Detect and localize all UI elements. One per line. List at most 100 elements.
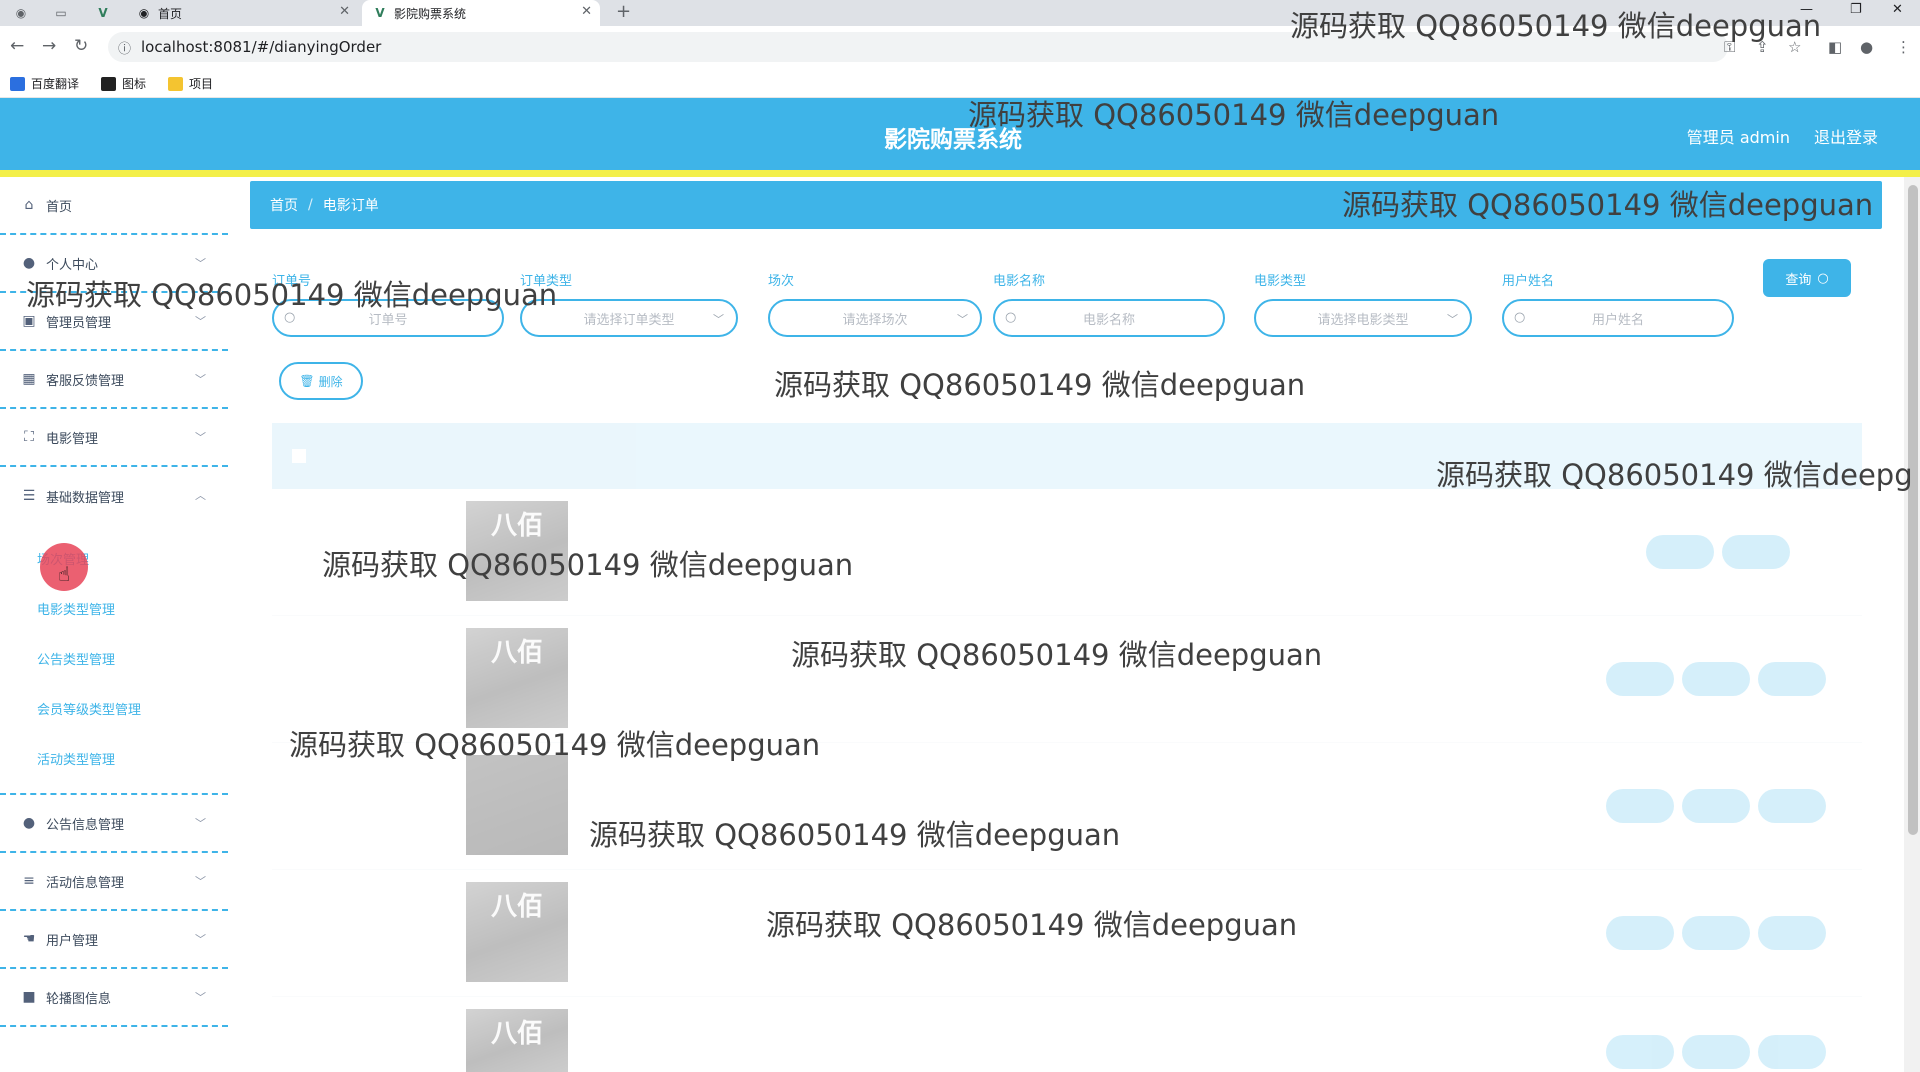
reload-icon[interactable]: ↻: [74, 36, 88, 56]
movie-name-input[interactable]: ○ 电影名称: [993, 299, 1225, 337]
restore-icon[interactable]: ❐: [1850, 2, 1862, 17]
row-action-button[interactable]: [1606, 662, 1674, 696]
movie-poster: 八佰: [466, 1009, 568, 1072]
sidebar-item-label: 客服反馈管理: [46, 373, 125, 389]
watermark: 源码获取 QQ86050149 微信deepguan: [791, 638, 1323, 672]
v-logo-icon[interactable]: V: [92, 4, 114, 22]
sidepanel-icon[interactable]: ◧: [1828, 38, 1842, 56]
sidebar-item-notices[interactable]: ● 公告信息管理 ﹀: [0, 795, 228, 853]
submenu-item-movie-types[interactable]: 电影类型管理: [0, 583, 228, 633]
sidebar-item-basedata[interactable]: ☰ 基础数据管理 ︿: [0, 467, 228, 525]
movie-poster: 八佰: [466, 628, 568, 728]
tab-home[interactable]: ◉ 首页 ✕: [126, 0, 358, 26]
row-action-button[interactable]: [1758, 916, 1826, 950]
chevron-down-icon: ﹀: [195, 315, 206, 328]
delete-button[interactable]: 🗑 删除: [279, 362, 363, 400]
bookmarks-bar: 百度翻译 图标 项目: [0, 70, 1920, 98]
submenu-item-activity-types[interactable]: 活动类型管理: [0, 733, 228, 783]
current-user: 管理员 admin: [1686, 128, 1790, 147]
bookmark-baidu-translate[interactable]: 百度翻译: [10, 75, 79, 92]
blank-tab-icon[interactable]: ▭: [50, 4, 72, 22]
row-action-button[interactable]: [1606, 1035, 1674, 1069]
placeholder: 用户姓名: [1591, 312, 1644, 328]
admin-icon: ▣: [22, 313, 36, 329]
sidebar-item-carousel[interactable]: ■ 轮播图信息 ﹀: [0, 969, 228, 1027]
sidebar-item-label: 首页: [46, 199, 73, 215]
back-icon[interactable]: ←: [10, 36, 24, 56]
chevron-down-icon: ﹀: [713, 313, 724, 326]
watermark: 源码获取 QQ86050149 微信deepguan: [774, 368, 1306, 402]
row-action-button[interactable]: [1682, 662, 1750, 696]
profile-icon[interactable]: ●: [1860, 38, 1873, 56]
sidebar-item-users[interactable]: ☚ 用户管理 ﹀: [0, 911, 228, 969]
sidebar-item-movies[interactable]: ⛶ 电影管理 ﹀: [0, 409, 228, 467]
placeholder: 电影名称: [1082, 312, 1135, 328]
bookmark-icons[interactable]: 图标: [101, 75, 146, 92]
chevron-down-icon: ﹀: [195, 875, 206, 888]
query-button[interactable]: 查询 ○: [1763, 259, 1851, 297]
image-icon: [101, 76, 117, 91]
info-icon: ⓘ: [118, 41, 132, 57]
row-action-button[interactable]: [1606, 916, 1674, 950]
row-action-button[interactable]: [1758, 789, 1826, 823]
window-close-icon[interactable]: ✕: [1892, 2, 1903, 17]
url-text: localhost:8081/#/dianyingOrder: [141, 38, 382, 56]
row-action-button[interactable]: [1682, 789, 1750, 823]
row-action-button[interactable]: [1682, 1035, 1750, 1069]
chevron-down-icon: ﹀: [957, 313, 968, 326]
watermark: 源码获取 QQ86050149 微信deepguan: [1342, 188, 1874, 222]
breadcrumb-current: 电影订单: [322, 198, 379, 214]
app-header: 影院购票系统 管理员 admin 退出登录: [0, 98, 1920, 170]
user-name-input[interactable]: ○ 用户姓名: [1502, 299, 1734, 337]
chevron-down-icon: ﹀: [195, 373, 206, 386]
row-action-button[interactable]: [1682, 916, 1750, 950]
bookmark-label: 百度翻译: [31, 77, 80, 91]
close-icon[interactable]: ✕: [581, 4, 592, 19]
watermark: 源码获取 QQ86050149 微信deepg: [1436, 458, 1913, 492]
chevron-down-icon: ﹀: [195, 933, 206, 946]
row-action-button[interactable]: [1722, 535, 1790, 569]
breadcrumb-home[interactable]: 首页: [270, 195, 298, 215]
filter-label-movie-type: 电影类型: [1254, 274, 1307, 289]
row-actions: [1642, 535, 1794, 573]
movie-type-select[interactable]: 请选择电影类型 ﹀: [1254, 299, 1472, 337]
button-label: 查询: [1785, 272, 1812, 288]
row-actions: [1602, 916, 1830, 954]
user-icon: ●: [22, 815, 36, 831]
hand-cursor-icon: ☝: [58, 562, 71, 586]
watermark: 源码获取 QQ86050149 微信deepguan: [1290, 9, 1822, 43]
scrollbar-thumb[interactable]: [1908, 185, 1918, 835]
submenu-item-member-levels[interactable]: 会员等级类型管理: [0, 683, 228, 733]
globe-icon: ◉: [138, 6, 150, 20]
logout-button[interactable]: 退出登录: [1814, 124, 1878, 148]
sidebar-item-feedback[interactable]: ▦ 客服反馈管理 ﹀: [0, 351, 228, 409]
bookmark-label: 项目: [189, 77, 214, 91]
close-icon[interactable]: ✕: [339, 4, 350, 19]
tab-cinema[interactable]: V 影院购票系统 ✕: [362, 0, 600, 26]
row-action-button[interactable]: [1758, 1035, 1826, 1069]
basedata-submenu: 场次管理 电影类型管理 公告类型管理 会员等级类型管理 活动类型管理: [0, 525, 228, 795]
sidebar-item-label: 活动信息管理: [46, 875, 125, 891]
row-action-button[interactable]: [1606, 789, 1674, 823]
page-scrollbar[interactable]: [1904, 177, 1920, 1072]
menu-icon[interactable]: ⋮: [1896, 38, 1911, 56]
row-action-button[interactable]: [1758, 662, 1826, 696]
bookmark-project[interactable]: 项目: [168, 75, 213, 92]
submenu-item-notice-types[interactable]: 公告类型管理: [0, 633, 228, 683]
sidebar-item-label: 个人中心: [46, 257, 99, 273]
grid-icon: ▦: [22, 371, 36, 387]
filter-label-user-name: 用户姓名: [1502, 274, 1555, 289]
select-all-checkbox[interactable]: [292, 449, 306, 463]
bookmark-label: 图标: [122, 77, 147, 91]
submenu-item-sessions[interactable]: 场次管理: [0, 533, 228, 583]
sidebar-item-activities[interactable]: ≡ 活动信息管理 ﹀: [0, 853, 228, 911]
row-action-button[interactable]: [1646, 535, 1714, 569]
search-icon: ○: [1817, 270, 1829, 286]
sidebar-item-home[interactable]: ⌂ 首页: [0, 177, 228, 235]
globe-icon[interactable]: ◉: [10, 4, 32, 22]
session-select[interactable]: 请选择场次 ﹀: [768, 299, 982, 337]
sidebar-item-label: 管理员管理: [46, 315, 112, 331]
new-tab-button[interactable]: +: [616, 1, 631, 22]
forward-icon[interactable]: →: [42, 36, 56, 56]
chevron-down-icon: ﹀: [1447, 313, 1458, 326]
